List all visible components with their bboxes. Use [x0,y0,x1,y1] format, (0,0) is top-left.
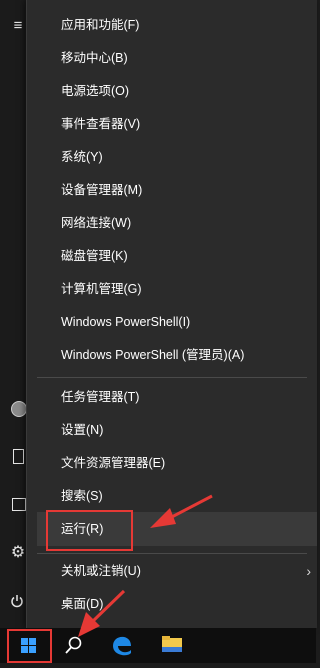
menu-item-computer-management[interactable]: 计算机管理(G) [37,273,317,305]
menu-item-disk-management[interactable]: 磁盘管理(K) [37,240,317,272]
menu-item-desktop[interactable]: 桌面(D) [37,588,317,620]
power-icon[interactable] [10,594,24,608]
menu-item-system[interactable]: 系统(Y) [37,141,317,173]
menu-item-event-viewer[interactable]: 事件查看器(V) [37,108,317,140]
menu-item-powershell-admin[interactable]: Windows PowerShell (管理员)(A) [37,339,317,371]
chevron-right-icon: › [306,563,311,579]
menu-item-mobility-center[interactable]: 移动中心(B) [37,42,317,74]
menu-divider [37,553,307,554]
annotation-box-run [46,510,133,551]
menu-item-network-connections[interactable]: 网络连接(W) [37,207,317,239]
file-explorer-icon [162,636,182,652]
image-icon[interactable] [12,498,26,511]
menu-item-settings[interactable]: 设置(N) [37,414,317,446]
search-icon [65,636,82,654]
document-icon[interactable] [13,449,24,464]
edge-button[interactable] [98,628,146,663]
menu-item-device-manager[interactable]: 设备管理器(M) [37,174,317,206]
menu-item-shutdown-signout[interactable]: 关机或注销(U) › [37,555,317,587]
menu-item-task-manager[interactable]: 任务管理器(T) [37,381,317,413]
menu-item-powershell[interactable]: Windows PowerShell(I) [37,306,317,338]
menu-item-apps-features[interactable]: 应用和功能(F) [37,9,317,41]
user-avatar[interactable] [11,401,27,417]
file-explorer-button[interactable] [148,628,196,663]
search-button[interactable] [52,628,100,663]
annotation-box-start [7,629,52,663]
menu-divider [37,377,307,378]
menu-item-shutdown-label: 关机或注销(U) [61,564,141,578]
menu-item-search[interactable]: 搜索(S) [37,480,317,512]
menu-item-file-explorer[interactable]: 文件资源管理器(E) [37,447,317,479]
menu-item-power-options[interactable]: 电源选项(O) [37,75,317,107]
edge-icon [113,636,131,656]
